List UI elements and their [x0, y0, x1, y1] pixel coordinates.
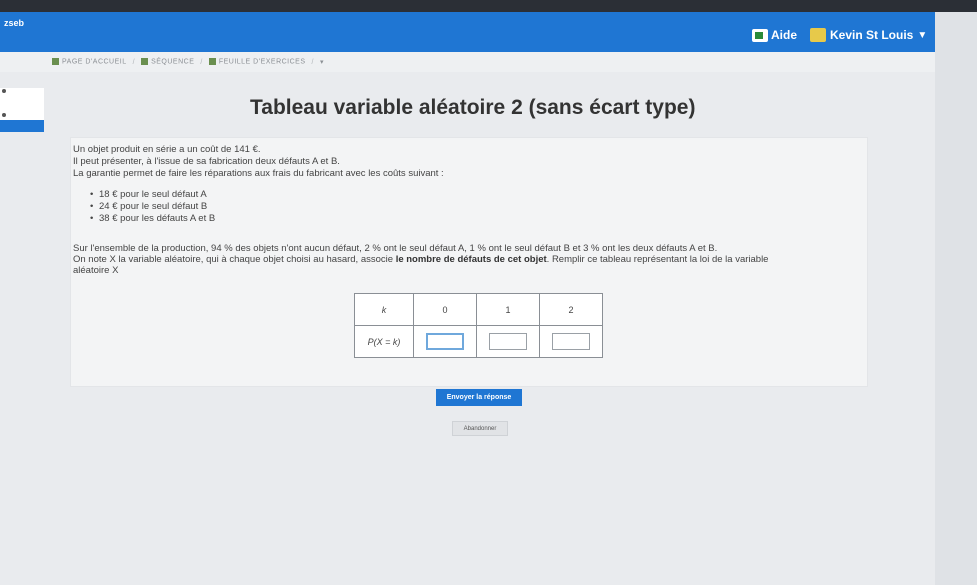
browser-top-strip	[0, 0, 977, 12]
side-dot	[2, 89, 6, 93]
question-text-end: aléatoire X	[73, 265, 119, 276]
answer-input-2[interactable]	[552, 333, 590, 350]
chevron-down-icon: ▼	[917, 29, 928, 41]
submit-answer-button[interactable]: Envoyer la réponse	[436, 389, 522, 406]
question-text: On note X la variable aléatoire, qui à c…	[73, 254, 769, 265]
table-cell	[476, 325, 540, 358]
page-title: Tableau variable aléatoire 2 (sans écart…	[250, 96, 696, 119]
table-value: 0	[413, 293, 477, 326]
cost-item: 38 € pour les défauts A et B	[90, 213, 215, 224]
table-header-k: k	[354, 293, 414, 326]
breadcrumb-item-sequence[interactable]: SÉQUENCE	[141, 58, 194, 66]
table-cell	[539, 325, 603, 358]
breadcrumb-item-home[interactable]: PAGE D'ACCUEIL	[52, 58, 127, 66]
answer-input-1[interactable]	[489, 333, 527, 350]
brand-logo[interactable]: zseb	[4, 18, 24, 28]
user-menu[interactable]: Kevin St Louis ▼	[810, 28, 927, 42]
sequence-icon	[141, 58, 149, 66]
table-header-probability: P(X = k)	[354, 325, 414, 358]
table-value: 2	[539, 293, 603, 326]
breadcrumb-separator: /	[132, 58, 136, 66]
user-name: Kevin St Louis	[830, 28, 914, 42]
probability-table: k 0 1 2 P(X = k)	[354, 293, 603, 358]
breadcrumb-dropdown[interactable]: ▾	[320, 58, 324, 66]
intro-text-1: Un objet produit en série a un coût de 1…	[73, 144, 261, 155]
avatar	[810, 28, 826, 42]
breadcrumb: PAGE D'ACCUEIL / SÉQUENCE / FEUILLE D'EX…	[0, 52, 935, 72]
breadcrumb-separator: /	[200, 58, 203, 66]
app-header: zseb Aide Kevin St Louis ▼	[0, 12, 935, 52]
question-bold: le nombre de défauts de cet objet	[395, 254, 547, 265]
right-gutter	[935, 12, 977, 585]
stats-text: Sur l'ensemble de la production, 94 % de…	[73, 243, 718, 254]
side-tab-panel	[0, 88, 44, 120]
intro-text-2: Il peut présenter, à l'issue de sa fabri…	[73, 156, 340, 167]
breadcrumb-separator: /	[311, 58, 314, 66]
cost-item: 24 € pour le seul défaut B	[90, 201, 207, 212]
answer-input-0[interactable]	[426, 333, 464, 350]
abandon-button[interactable]: Abandonner	[452, 421, 508, 436]
home-icon	[52, 58, 59, 66]
exercise-sheet-icon	[208, 58, 216, 66]
table-cell	[413, 325, 477, 358]
table-value: 1	[476, 293, 540, 326]
intro-text-3: La garantie permet de faire les réparati…	[73, 168, 444, 179]
breadcrumb-item-exercises[interactable]: FEUILLE D'EXERCICES	[208, 58, 306, 66]
cost-item: 18 € pour le seul défaut A	[90, 189, 207, 200]
help-label: Aide	[771, 28, 798, 42]
side-dot	[2, 113, 6, 117]
help-link[interactable]: Aide	[752, 28, 797, 42]
help-icon	[752, 28, 768, 42]
